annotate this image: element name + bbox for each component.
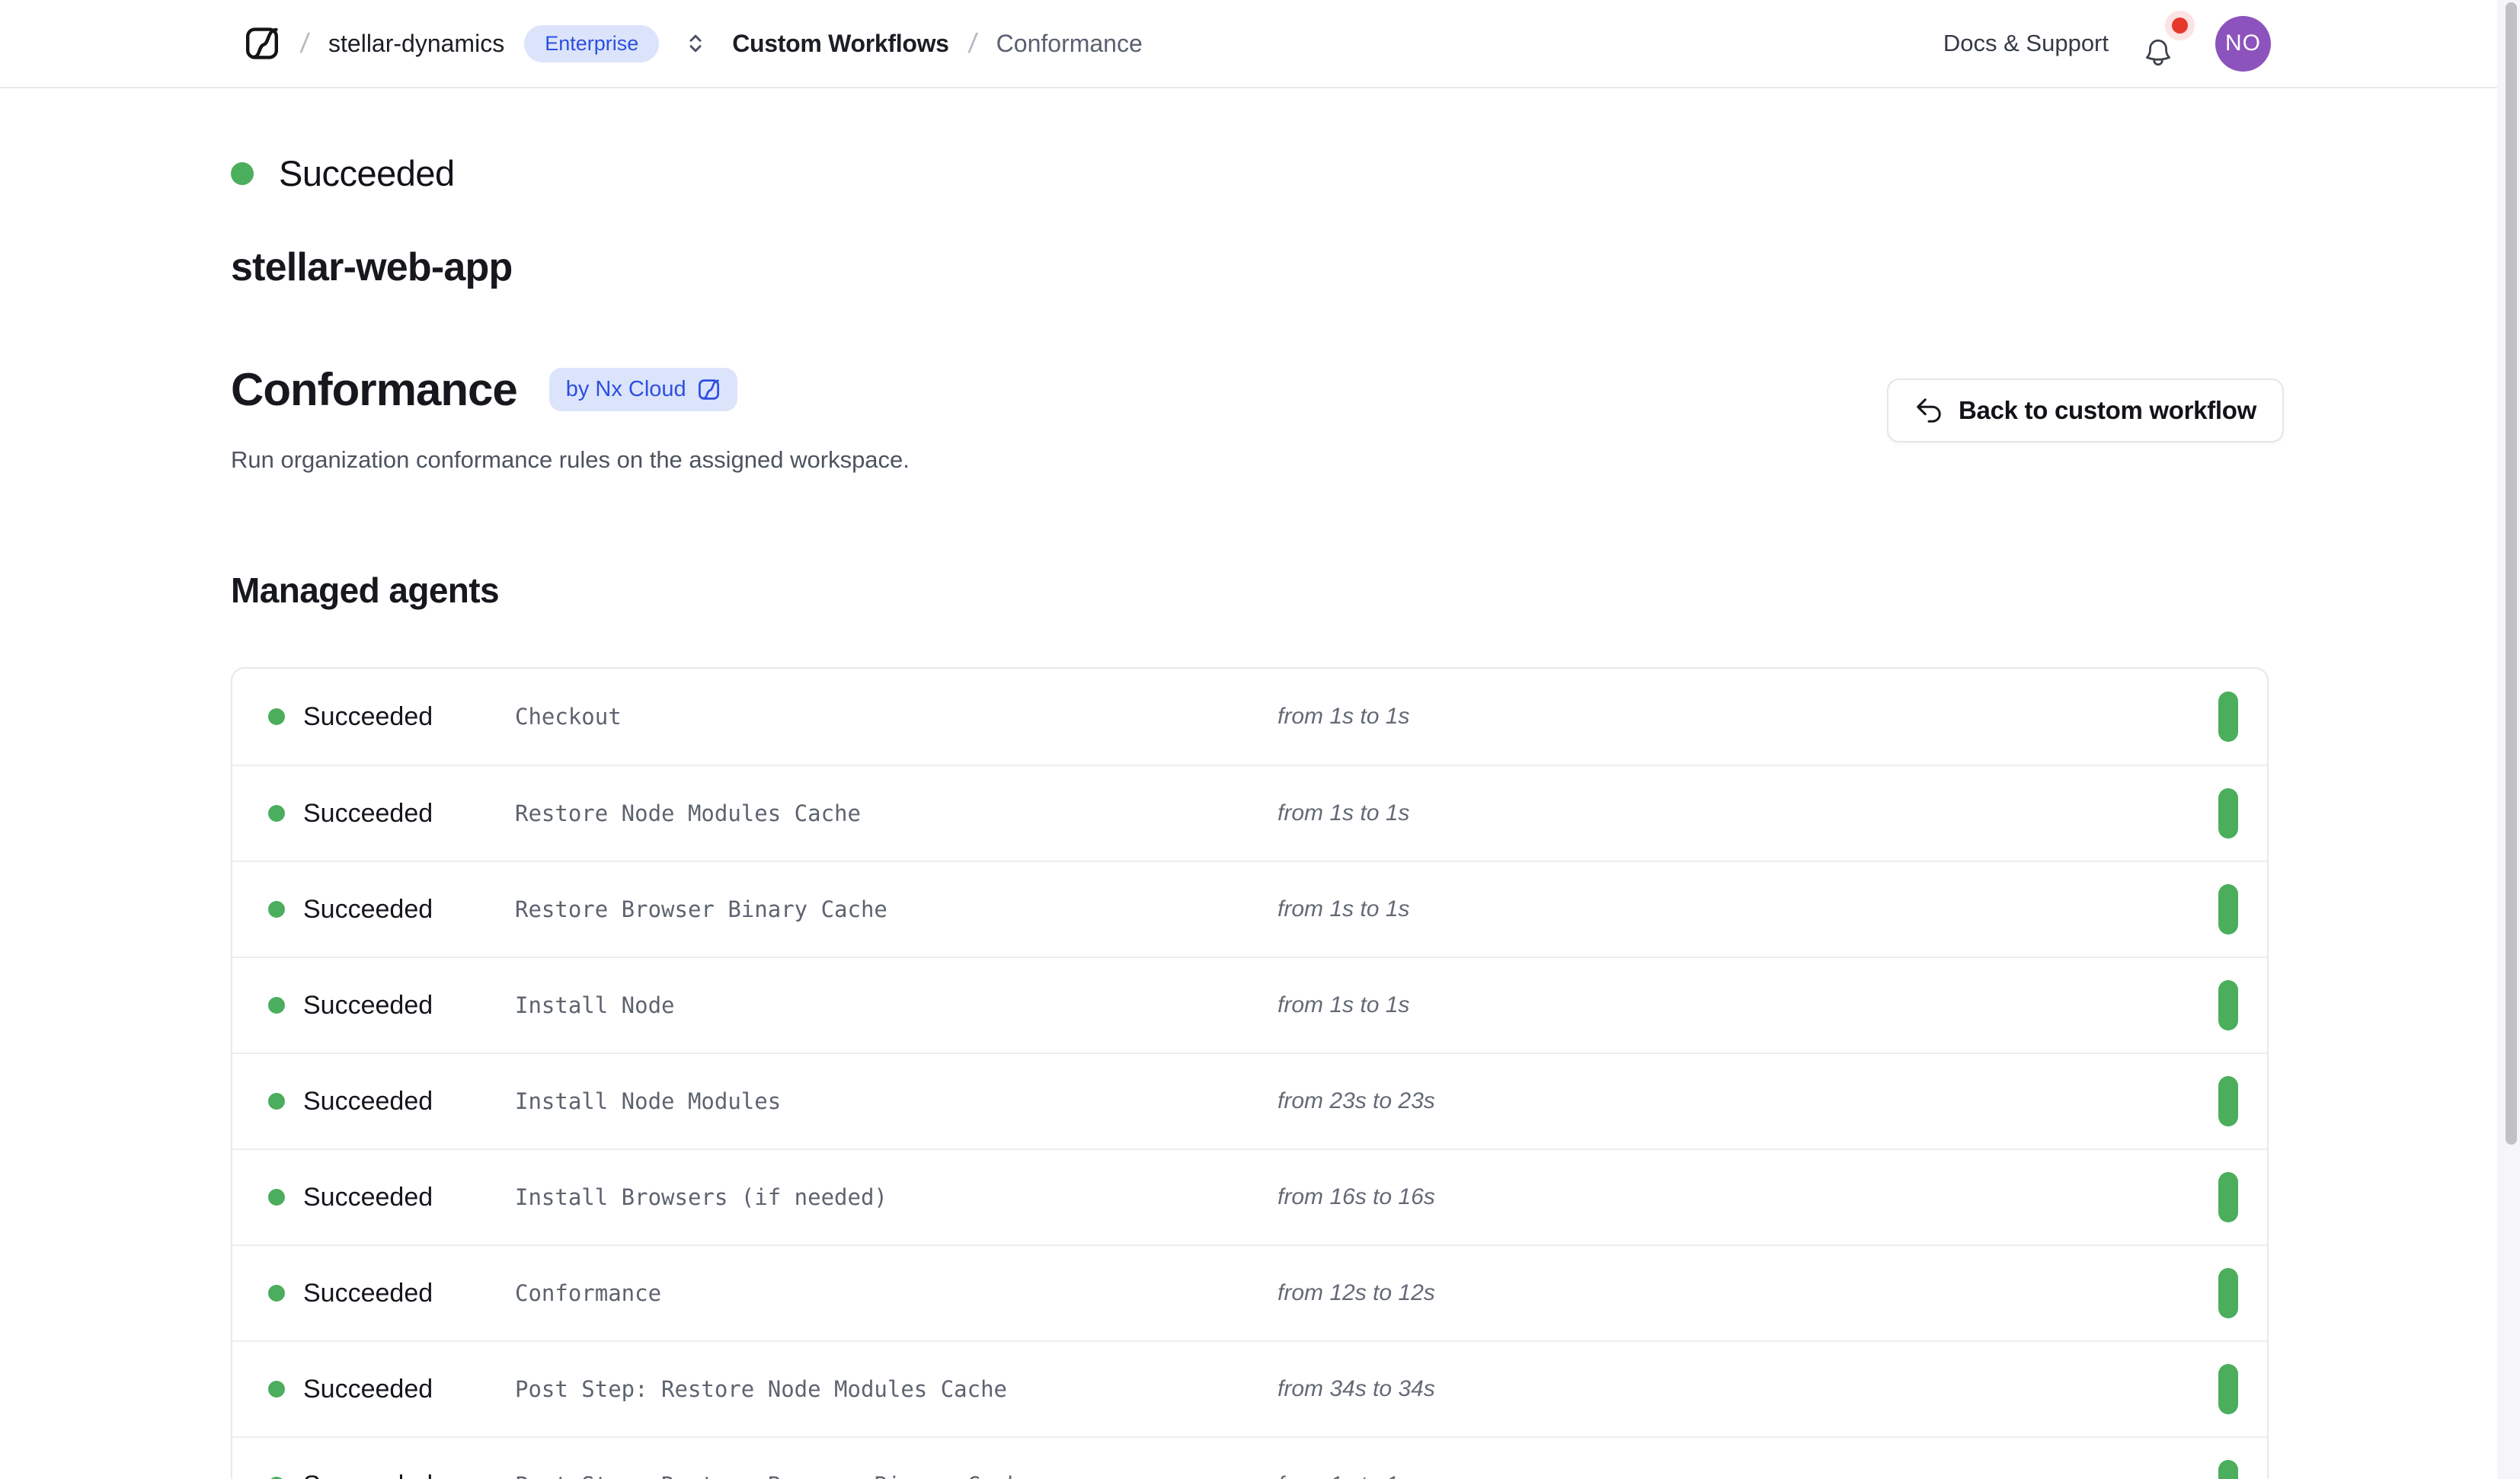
back-button-label: Back to custom workflow [1959, 396, 2256, 425]
agent-step-row[interactable]: Succeeded Install Browsers (if needed) f… [232, 1148, 2267, 1244]
chevron-up-down-icon [682, 28, 709, 59]
bell-icon [2142, 36, 2174, 69]
row-timeline-bar [2218, 980, 2238, 1030]
agent-step-row[interactable]: Succeeded Restore Node Modules Cache fro… [232, 765, 2267, 861]
agent-step-row[interactable]: Succeeded Install Node Modules from 23s … [232, 1053, 2267, 1148]
row-step-name: Checkout [515, 704, 622, 730]
run-status-label: Succeeded [279, 152, 455, 194]
row-status-label: Succeeded [303, 702, 460, 732]
row-duration: from 23s to 23s [1278, 1088, 1435, 1114]
nx-cloud-logo-icon [243, 25, 281, 62]
header-actions: Docs & Support NO [1943, 16, 2271, 72]
scrollbar-track[interactable] [2497, 0, 2520, 1479]
row-step-name: Install Node [515, 992, 675, 1018]
row-step-name: Install Node Modules [515, 1088, 781, 1114]
workspace-title: stellar-web-app [231, 244, 2284, 290]
row-duration: from 16s to 16s [1278, 1184, 1435, 1210]
success-status-dot [268, 1285, 285, 1302]
row-status-label: Succeeded [303, 1375, 460, 1404]
scrollbar-thumb[interactable] [2506, 2, 2517, 1145]
by-nx-cloud-label: by Nx Cloud [566, 377, 686, 402]
agent-step-row[interactable]: Succeeded Restore Browser Binary Cache f… [232, 861, 2267, 957]
breadcrumb-conformance: Conformance [996, 30, 1143, 58]
success-status-dot [268, 805, 285, 822]
row-step-name: Post Step: Restore Browser Binary Cache [515, 1472, 1034, 1479]
breadcrumb-separator: / [299, 27, 311, 59]
agent-step-row[interactable]: Succeeded Checkout from 1s to 1s [232, 669, 2267, 765]
row-status-label: Succeeded [303, 895, 460, 925]
agent-step-row[interactable]: Succeeded Conformance from 12s to 12s [232, 1244, 2267, 1340]
row-status-label: Succeeded [303, 1279, 460, 1308]
by-nx-cloud-badge[interactable]: by Nx Cloud [549, 368, 737, 411]
notifications-button[interactable] [2141, 18, 2183, 69]
run-status: Succeeded [231, 152, 2284, 194]
row-timeline-bar [2218, 884, 2238, 934]
agent-step-row[interactable]: Succeeded Post Step: Restore Node Module… [232, 1340, 2267, 1436]
enterprise-badge: Enterprise [524, 25, 659, 62]
workflow-description: Run organization conformance rules on th… [231, 446, 910, 474]
nx-cloud-badge-icon [697, 378, 721, 401]
docs-support-link[interactable]: Docs & Support [1943, 30, 2109, 57]
arrow-uturn-left-icon [1914, 396, 1943, 425]
row-status-label: Succeeded [303, 799, 460, 829]
success-status-dot [231, 162, 254, 185]
nx-cloud-logo[interactable] [243, 25, 281, 62]
row-status-label: Succeeded [303, 1087, 460, 1116]
success-status-dot [268, 708, 285, 725]
success-status-dot [268, 1189, 285, 1206]
row-status-label: Succeeded [303, 1183, 460, 1212]
success-status-dot [268, 901, 285, 918]
org-switcher-button[interactable] [682, 28, 709, 59]
managed-agents-card: Succeeded Checkout from 1s to 1s Succeed… [231, 667, 2269, 1479]
row-step-name: Install Browsers (if needed) [515, 1184, 887, 1210]
main-content: Succeeded stellar-web-app Conformance by… [0, 152, 2520, 1479]
row-step-name: Restore Node Modules Cache [515, 800, 861, 826]
row-duration: from 1s to 1s [1278, 800, 1409, 826]
row-timeline-bar [2218, 1460, 2238, 1479]
success-status-dot [268, 1381, 285, 1398]
success-status-dot [268, 1093, 285, 1110]
managed-agents-title: Managed agents [231, 570, 2284, 611]
row-duration: from 1s to 1s [1278, 992, 1409, 1018]
agent-step-row[interactable]: Succeeded Install Node from 1s to 1s [232, 957, 2267, 1053]
success-status-dot [268, 997, 285, 1014]
avatar-initials: NO [2225, 30, 2261, 56]
row-duration: from 1s to 1s [1278, 896, 1409, 922]
row-status-label: Succeeded [303, 991, 460, 1021]
row-duration: from 1s to 1s [1278, 1472, 1409, 1479]
breadcrumb-custom-workflows[interactable]: Custom Workflows [732, 30, 948, 58]
back-to-custom-workflow-button[interactable]: Back to custom workflow [1887, 379, 2284, 442]
breadcrumb: / stellar-dynamics Enterprise Custom Wor… [243, 25, 1143, 62]
row-timeline-bar [2218, 1268, 2238, 1318]
row-step-name: Restore Browser Binary Cache [515, 896, 887, 922]
top-navigation-bar: / stellar-dynamics Enterprise Custom Wor… [0, 0, 2520, 88]
row-step-name: Post Step: Restore Node Modules Cache [515, 1376, 1007, 1402]
workflow-header: Conformance by Nx Cloud Run organization… [231, 363, 2284, 474]
notification-dot [2172, 18, 2188, 34]
breadcrumb-separator: / [967, 27, 979, 59]
row-timeline-bar [2218, 1076, 2238, 1126]
row-step-name: Conformance [515, 1280, 661, 1306]
row-duration: from 12s to 12s [1278, 1280, 1435, 1306]
row-duration: from 1s to 1s [1278, 704, 1409, 730]
breadcrumb-org[interactable]: stellar-dynamics [328, 30, 504, 58]
row-timeline-bar [2218, 1364, 2238, 1414]
user-avatar[interactable]: NO [2215, 16, 2271, 72]
agent-step-row[interactable]: Succeeded Post Step: Restore Browser Bin… [232, 1436, 2267, 1479]
row-timeline-bar [2218, 1172, 2238, 1222]
row-timeline-bar [2218, 788, 2238, 839]
row-status-label: Succeeded [303, 1471, 460, 1479]
row-duration: from 34s to 34s [1278, 1376, 1435, 1402]
workflow-title: Conformance [231, 363, 517, 416]
row-timeline-bar [2218, 692, 2238, 742]
